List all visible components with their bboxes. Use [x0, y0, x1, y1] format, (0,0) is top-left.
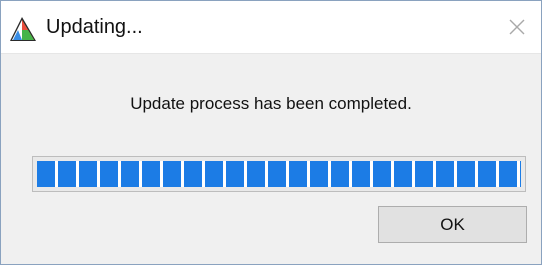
status-message: Update process has been completed. [130, 94, 412, 113]
title-bar: Updating... [1, 1, 541, 54]
ok-button[interactable]: OK [378, 206, 527, 243]
dialog-window: Updating... Update process has been comp… [0, 0, 542, 265]
progress-track [37, 161, 521, 187]
app-icon [8, 15, 38, 43]
window-title: Updating... [46, 16, 143, 38]
progress-fill [37, 161, 521, 187]
close-icon[interactable] [505, 15, 529, 39]
progress-bar [32, 156, 526, 192]
